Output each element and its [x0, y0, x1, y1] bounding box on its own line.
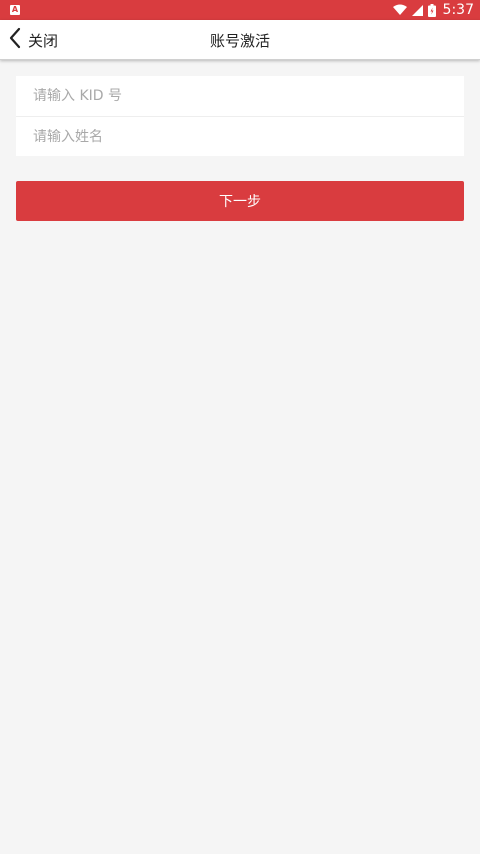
status-bar-right: 5:37 [392, 2, 474, 18]
back-button-label: 关闭 [28, 31, 59, 50]
app-notification-icon: A [10, 5, 20, 15]
signal-icon [411, 4, 423, 16]
navigation-bar: 关闭 账号激活 [0, 20, 480, 60]
name-row [16, 116, 464, 156]
next-step-button[interactable]: 下一步 [16, 181, 464, 221]
battery-icon [427, 3, 436, 17]
status-bar: A 5:37 [0, 0, 480, 20]
chevron-left-icon [8, 27, 22, 53]
name-input[interactable] [33, 128, 447, 145]
back-button[interactable]: 关闭 [8, 20, 58, 60]
status-bar-left: A [10, 5, 20, 15]
activation-form [16, 76, 464, 156]
kid-row [16, 76, 464, 116]
wifi-icon [392, 4, 407, 16]
app-badge-letter: A [11, 5, 19, 14]
status-time: 5:37 [442, 2, 474, 18]
page-title: 账号激活 [209, 31, 270, 50]
kid-input[interactable] [33, 88, 447, 104]
